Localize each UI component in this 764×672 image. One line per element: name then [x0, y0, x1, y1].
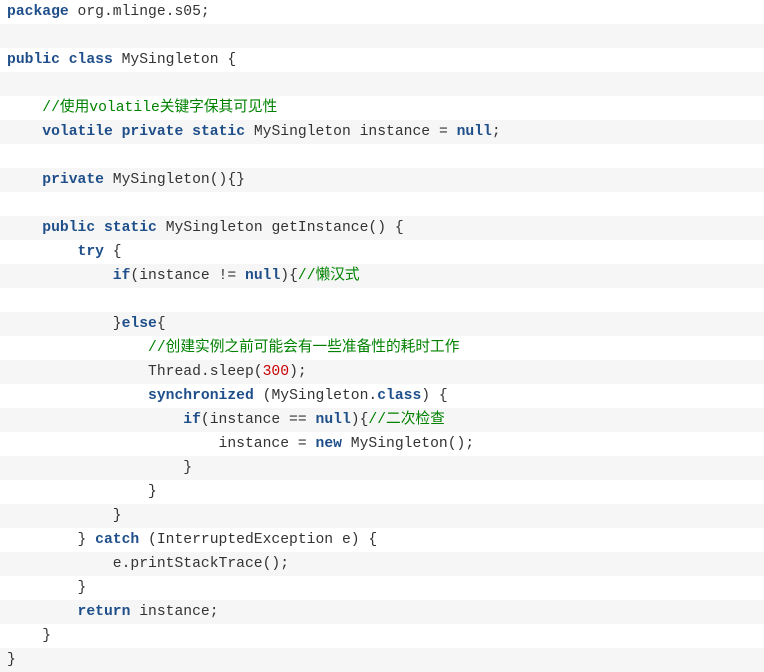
code-text: ){	[350, 412, 369, 428]
keyword: package	[7, 4, 69, 20]
code-text: MySingleton();	[341, 436, 475, 452]
code-text: (instance ==	[200, 412, 316, 428]
code-text: }	[7, 532, 96, 548]
code-block: package org.mlinge.s05; public class MySi…	[0, 0, 764, 672]
keyword: if	[112, 268, 131, 284]
keyword: null	[315, 412, 351, 428]
code-line: public class MySingleton {	[0, 48, 764, 72]
code-line	[0, 24, 764, 48]
keyword: private	[121, 124, 184, 140]
comment: //创建实例之前可能会有一些准备性的耗时工作	[148, 340, 460, 356]
keyword: public	[7, 52, 60, 68]
code-line: } catch (InterruptedException e) {	[0, 528, 764, 552]
keyword: private	[42, 172, 104, 188]
keyword: return	[77, 604, 131, 620]
keyword: null	[245, 268, 281, 284]
code-line: private MySingleton(){}	[0, 168, 764, 192]
code-line: package org.mlinge.s05;	[0, 0, 764, 24]
code-text: }	[7, 652, 16, 668]
keyword: else	[121, 316, 157, 332]
number-literal: 300	[262, 364, 290, 380]
code-text: instance =	[7, 436, 316, 452]
code-text: e.printStackTrace();	[7, 556, 290, 572]
code-text: (instance !=	[130, 268, 246, 284]
code-text: ){	[280, 268, 298, 284]
keyword: class	[377, 388, 422, 404]
code-text: {	[103, 244, 122, 260]
code-line: try {	[0, 240, 764, 264]
code-text: ) {	[421, 388, 448, 404]
code-line	[0, 72, 764, 96]
keyword: class	[68, 52, 113, 68]
code-text: }	[7, 508, 122, 524]
code-text: ;	[491, 124, 501, 140]
code-line: Thread.sleep(300);	[0, 360, 764, 384]
code-line: }	[0, 456, 764, 480]
code-line: }	[0, 576, 764, 600]
keyword: synchronized	[148, 388, 254, 404]
code-line: return instance;	[0, 600, 764, 624]
code-line: //创建实例之前可能会有一些准备性的耗时工作	[0, 336, 764, 360]
code-text: MySingleton getInstance() {	[156, 220, 404, 236]
code-text: org.mlinge.s05;	[68, 4, 210, 20]
code-text: MySingleton(){}	[103, 172, 245, 188]
comment: //二次检查	[368, 412, 445, 428]
keyword: new	[315, 436, 342, 452]
keyword: static	[192, 124, 246, 140]
code-line: }	[0, 504, 764, 528]
code-line: instance = new MySingleton();	[0, 432, 764, 456]
code-line: volatile private static MySingleton inst…	[0, 120, 764, 144]
code-text: }	[7, 460, 193, 476]
keyword: public	[42, 220, 96, 236]
code-line: }else{	[0, 312, 764, 336]
comment: //懒汉式	[297, 268, 360, 284]
code-line: if(instance == null){//二次检查	[0, 408, 764, 432]
keyword: volatile	[42, 124, 113, 140]
code-line: }	[0, 624, 764, 648]
keyword: static	[103, 220, 157, 236]
code-text: MySingleton instance =	[245, 124, 457, 140]
keyword: null	[456, 124, 492, 140]
code-text: }	[7, 628, 52, 644]
code-text: MySingleton {	[112, 52, 237, 68]
keyword: catch	[95, 532, 140, 548]
code-line: synchronized (MySingleton.class) {	[0, 384, 764, 408]
code-text: (InterruptedException e) {	[139, 532, 378, 548]
code-text: Thread.sleep(	[7, 364, 263, 380]
code-line: }	[0, 648, 764, 672]
keyword: if	[183, 412, 201, 428]
code-text: (MySingleton.	[253, 388, 378, 404]
code-line: if(instance != null){//懒汉式	[0, 264, 764, 288]
keyword: try	[77, 244, 104, 260]
code-text: {	[156, 316, 166, 332]
code-text: }	[7, 484, 157, 500]
code-text: instance;	[130, 604, 219, 620]
code-line: public static MySingleton getInstance() …	[0, 216, 764, 240]
code-text: }	[7, 316, 122, 332]
code-line: e.printStackTrace();	[0, 552, 764, 576]
code-text: }	[7, 580, 87, 596]
comment: //使用volatile关键字保其可见性	[42, 100, 278, 116]
code-text: );	[289, 364, 307, 380]
code-line: }	[0, 480, 764, 504]
code-line: //使用volatile关键字保其可见性	[0, 96, 764, 120]
